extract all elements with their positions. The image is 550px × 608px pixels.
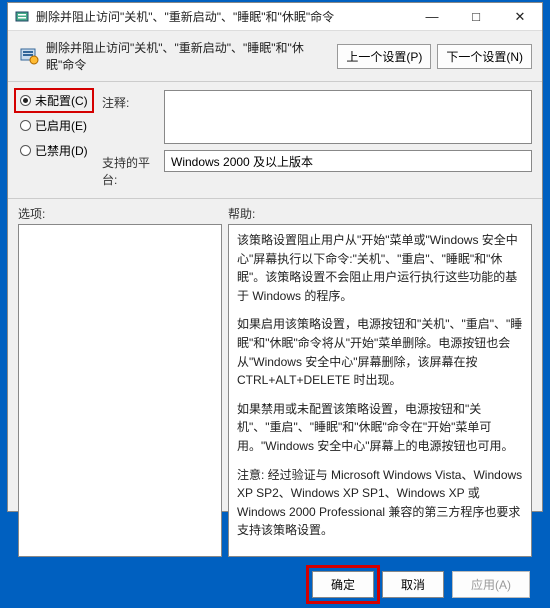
window-title: 删除并阻止访问"关机"、"重新启动"、"睡眠"和"休眠"命令: [36, 8, 410, 25]
help-pane: 该策略设置阻止用户从"开始"菜单或"Windows 安全中心"屏幕执行以下命令:…: [228, 224, 532, 557]
comment-label: 注释:: [102, 90, 164, 144]
radio-dot-icon: [20, 95, 31, 106]
policy-header: 删除并阻止访问"关机"、"重新启动"、"睡眠"和"休眠"命令 上一个设置(P) …: [8, 31, 542, 82]
config-area: 未配置(C) 已启用(E) 已禁用(D) 注释: 支持的平台: Windows …: [8, 82, 542, 199]
cancel-button[interactable]: 取消: [382, 571, 444, 598]
dialog-footer: 确定 取消 应用(A): [8, 563, 542, 608]
panes: 该策略设置阻止用户从"开始"菜单或"Windows 安全中心"屏幕执行以下命令:…: [8, 224, 542, 563]
dialog-window: 删除并阻止访问"关机"、"重新启动"、"睡眠"和"休眠"命令 — □ ✕ 删除并…: [7, 2, 543, 512]
supported-label: 支持的平台:: [102, 150, 164, 188]
options-label: 选项:: [18, 205, 228, 222]
help-paragraph: 注意: 经过验证与 Microsoft Windows Vista、Window…: [237, 466, 523, 540]
apply-button[interactable]: 应用(A): [452, 571, 530, 598]
help-paragraph: 该策略设置阻止用户从"开始"菜单或"Windows 安全中心"屏幕执行以下命令:…: [237, 231, 523, 305]
previous-setting-button[interactable]: 上一个设置(P): [337, 44, 431, 69]
comment-row: 注释:: [102, 90, 532, 144]
options-pane: [18, 224, 222, 557]
radio-dot-icon: [20, 120, 31, 131]
help-paragraph: 如果启用该策略设置，电源按钮和"关机"、"重启"、"睡眠"和"休眠"命令将从"开…: [237, 315, 523, 389]
comment-input[interactable]: [164, 90, 532, 144]
ok-button[interactable]: 确定: [312, 571, 374, 598]
supported-row: 支持的平台: Windows 2000 及以上版本: [102, 150, 532, 188]
radio-disabled[interactable]: 已禁用(D): [20, 142, 88, 159]
radio-dot-icon: [20, 145, 31, 156]
policy-icon: [18, 45, 40, 67]
policy-title: 删除并阻止访问"关机"、"重新启动"、"睡眠"和"休眠"命令: [46, 39, 331, 73]
supported-value: Windows 2000 及以上版本: [164, 150, 532, 172]
maximize-button[interactable]: □: [454, 3, 498, 31]
radio-not-configured-label: 未配置(C): [35, 92, 88, 109]
minimize-button[interactable]: —: [410, 3, 454, 31]
close-button[interactable]: ✕: [498, 3, 542, 31]
radio-disabled-label: 已禁用(D): [35, 142, 88, 159]
help-label: 帮助:: [228, 205, 255, 222]
app-icon: [14, 9, 30, 25]
help-paragraph: 如果禁用或未配置该策略设置，电源按钮和"关机"、"重启"、"睡眠"和"休眠"命令…: [237, 400, 523, 456]
radio-enabled[interactable]: 已启用(E): [20, 117, 88, 134]
radio-enabled-label: 已启用(E): [35, 117, 87, 134]
titlebar: 删除并阻止访问"关机"、"重新启动"、"睡眠"和"休眠"命令 — □ ✕: [8, 3, 542, 31]
radio-not-configured[interactable]: 未配置(C): [14, 88, 94, 113]
state-radio-group: 未配置(C) 已启用(E) 已禁用(D): [20, 92, 88, 159]
section-labels: 选项: 帮助:: [8, 199, 542, 224]
next-setting-button[interactable]: 下一个设置(N): [437, 44, 532, 69]
